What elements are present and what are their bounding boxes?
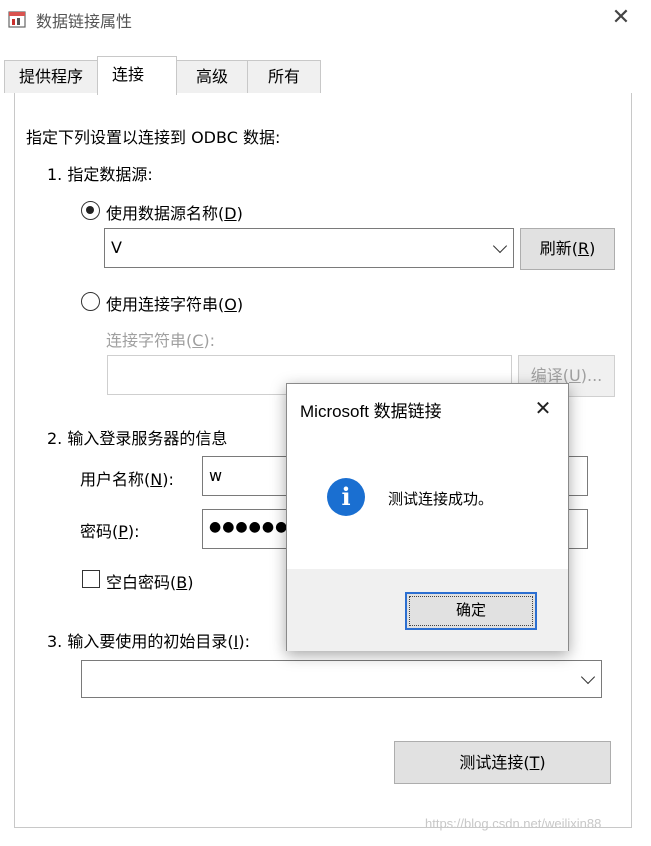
message-box-close-icon[interactable]: ✕ — [528, 393, 558, 423]
connection-string-label: 连接字符串(C): — [106, 331, 216, 350]
tab-all[interactable]: 所有 — [247, 60, 321, 93]
tab-provider-label: 提供程序 — [18, 67, 83, 86]
step1-heading: 1. 指定数据源: — [47, 165, 153, 184]
message-text: 测试连接成功。 — [388, 490, 494, 508]
dsn-value: V — [111, 238, 122, 257]
test-connection-button[interactable]: 测试连接(T) — [394, 741, 611, 784]
window-titlebar: 数据链接属性 ✕ — [0, 0, 651, 40]
tab-advanced-label: 高级 — [195, 67, 228, 86]
initial-catalog-combobox[interactable] — [81, 660, 602, 698]
message-box-title: Microsoft 数据链接 — [300, 402, 442, 421]
blank-password-label[interactable]: 空白密码(B) — [106, 569, 193, 593]
chevron-down-icon[interactable] — [580, 669, 596, 685]
data-link-app-icon — [8, 11, 26, 28]
tab-provider[interactable]: 提供程序 — [4, 60, 98, 93]
blank-password-checkbox[interactable] — [82, 570, 100, 588]
use-connection-string-radio[interactable] — [81, 292, 100, 311]
chevron-down-icon[interactable] — [492, 238, 508, 254]
watermark-url: https://blog.csdn.net/weilixin88 — [425, 816, 602, 831]
window-close-icon[interactable]: ✕ — [606, 4, 636, 32]
tab-all-label: 所有 — [267, 67, 300, 86]
radio-selected-dot — [86, 206, 94, 214]
username-label: 用户名称(N): — [80, 470, 174, 489]
use-dsn-radio[interactable] — [81, 201, 100, 220]
step2-heading: 2. 输入登录服务器的信息 — [47, 429, 228, 448]
message-box: Microsoft 数据链接 ✕ i 测试连接成功。 确定 — [286, 383, 569, 651]
password-masked-value: ●●●●●● — [209, 519, 289, 535]
use-connection-string-label[interactable]: 使用连接字符串(O) — [106, 291, 243, 315]
password-label: 密码(P): — [80, 522, 140, 541]
tab-connection[interactable]: 连接 — [97, 56, 177, 95]
tab-advanced[interactable]: 高级 — [176, 60, 248, 93]
username-value: w — [209, 466, 223, 485]
window-title: 数据链接属性 — [36, 12, 133, 31]
use-dsn-label[interactable]: 使用数据源名称(D) — [106, 200, 243, 224]
refresh-button[interactable]: 刷新(R) — [520, 228, 615, 270]
step3-heading: 3. 输入要使用的初始目录(I): — [47, 632, 250, 651]
focus-rect — [409, 596, 533, 626]
dsn-combobox[interactable]: V — [104, 228, 514, 268]
info-icon: i — [327, 478, 365, 516]
ok-button[interactable]: 确定 — [405, 592, 537, 630]
connection-intro: 指定下列设置以连接到 ODBC 数据: — [26, 128, 281, 147]
tab-connection-label: 连接 — [111, 65, 144, 84]
